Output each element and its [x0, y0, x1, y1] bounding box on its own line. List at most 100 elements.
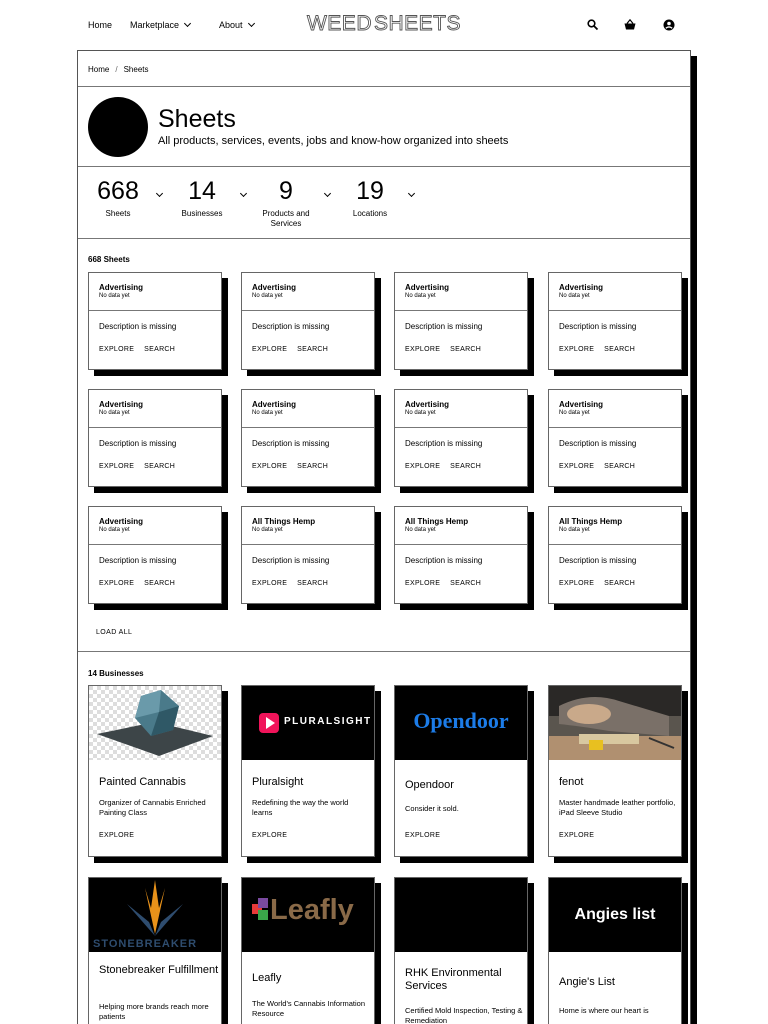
sheet-actions: EXPLORE SEARCH	[252, 346, 328, 353]
sheet-card[interactable]: Advertising No data yet Description is mis…	[548, 389, 688, 493]
business-description: Master handmade leather portfolio, iPad …	[559, 798, 676, 817]
sheet-actions: EXPLORE SEARCH	[252, 580, 328, 587]
search-button[interactable]: SEARCH	[604, 346, 635, 353]
explore-button[interactable]: EXPLORE	[252, 346, 287, 353]
sheet-card-body: Advertising No data yet Description is mis…	[548, 389, 682, 487]
pluralsight-logo: PLURALSIGHT	[242, 686, 374, 760]
chevron-down-icon[interactable]	[239, 189, 248, 198]
search-button[interactable]: SEARCH	[144, 463, 175, 470]
explore-button[interactable]: EXPLORE	[99, 832, 134, 839]
business-name: Opendoor	[405, 779, 454, 791]
logo-text-right: SHEETS	[373, 12, 462, 36]
sheet-card[interactable]: Advertising No data yet Description is mis…	[88, 272, 228, 376]
sheet-description: Description is missing	[559, 556, 637, 565]
sheet-card[interactable]: All Things Hemp No data yet Description is…	[548, 506, 688, 610]
search-icon[interactable]	[586, 18, 600, 32]
nav-marketplace[interactable]: Marketplace	[130, 19, 192, 30]
stat-locations: 19 Locations	[340, 177, 400, 219]
search-button[interactable]: SEARCH	[297, 463, 328, 470]
business-card[interactable]: PLURALSIGHT Pluralsight Redefining the w…	[241, 685, 381, 863]
breadcrumb-separator: /	[115, 65, 118, 74]
explore-button[interactable]: EXPLORE	[252, 580, 287, 587]
business-description: Organizer of Cannabis Enriched Painting …	[99, 798, 206, 817]
explore-button[interactable]: EXPLORE	[405, 463, 440, 470]
search-button[interactable]: SEARCH	[297, 580, 328, 587]
search-button[interactable]: SEARCH	[604, 580, 635, 587]
search-button[interactable]: SEARCH	[297, 346, 328, 353]
sheet-card[interactable]: Advertising No data yet Description is mis…	[88, 506, 228, 610]
divider	[78, 166, 690, 167]
sheet-title: All Things Hemp	[252, 517, 316, 526]
search-button[interactable]: SEARCH	[450, 463, 481, 470]
explore-button[interactable]: EXPLORE	[99, 346, 134, 353]
sheet-card-body: Advertising No data yet Description is mis…	[394, 389, 528, 487]
explore-button[interactable]: EXPLORE	[405, 346, 440, 353]
account-icon[interactable]	[662, 18, 676, 32]
explore-button[interactable]: EXPLORE	[559, 580, 594, 587]
sheet-description: Description is missing	[405, 322, 483, 331]
search-button[interactable]: SEARCH	[144, 580, 175, 587]
business-description: Redefining the way the world learns	[252, 798, 349, 817]
search-button[interactable]: SEARCH	[604, 463, 635, 470]
nav-about[interactable]: About	[219, 19, 255, 30]
divider	[78, 86, 690, 87]
sheet-card-body: All Things Hemp No data yet Description is…	[241, 506, 375, 604]
sheet-card[interactable]: Advertising No data yet Description is mis…	[394, 389, 534, 493]
sheet-description: Description is missing	[405, 556, 483, 565]
chevron-down-icon[interactable]	[407, 189, 416, 198]
explore-button[interactable]: EXPLORE	[252, 832, 287, 839]
sheet-card[interactable]: Advertising No data yet Description is mis…	[394, 272, 534, 376]
business-card[interactable]: RHK Environmental Services Certified Mol…	[394, 877, 534, 1024]
business-name: Painted Cannabis	[99, 776, 186, 788]
leafly-logo-text: Leafly	[270, 894, 354, 926]
explore-button[interactable]: EXPLORE	[405, 580, 440, 587]
business-card[interactable]: fenot Master handmade leather portfolio,…	[548, 685, 688, 863]
sheet-actions: EXPLORE SEARCH	[559, 463, 635, 470]
sheet-title: Advertising	[405, 400, 450, 409]
explore-button[interactable]: EXPLORE	[99, 463, 134, 470]
sheet-status: No data yet	[559, 410, 590, 416]
search-button[interactable]: SEARCH	[144, 346, 175, 353]
sheet-card[interactable]: Advertising No data yet Description is mis…	[88, 389, 228, 493]
sheet-card[interactable]: Advertising No data yet Description is mis…	[241, 272, 381, 376]
sheet-status: No data yet	[252, 527, 283, 533]
divider	[395, 310, 527, 311]
load-all-button[interactable]: LOAD ALL	[96, 629, 132, 636]
sheet-actions: EXPLORE SEARCH	[405, 346, 481, 353]
sheet-card[interactable]: All Things Hemp No data yet Description is…	[241, 506, 381, 610]
sheet-description: Description is missing	[252, 439, 330, 448]
sheet-title: Advertising	[559, 400, 604, 409]
sheet-actions: EXPLORE SEARCH	[99, 346, 175, 353]
business-card[interactable]: Opendoor Opendoor Consider it sold. EXPL…	[394, 685, 534, 863]
divider	[242, 427, 374, 428]
breadcrumb-current: Sheets	[123, 65, 149, 74]
basket-icon[interactable]	[623, 18, 637, 32]
sheets-count-heading: 668 Sheets	[88, 255, 130, 264]
chevron-down-icon[interactable]	[155, 189, 164, 198]
business-card[interactable]: Leafly Leafly The World's Cannabis Infor…	[241, 877, 381, 1024]
site-logo[interactable]: WEED SHEETS	[307, 8, 462, 40]
explore-button[interactable]: EXPLORE	[99, 580, 134, 587]
search-button[interactable]: SEARCH	[450, 580, 481, 587]
explore-button[interactable]: EXPLORE	[559, 346, 594, 353]
opendoor-logo: Opendoor	[395, 686, 527, 760]
sheet-card[interactable]: Advertising No data yet Description is mis…	[241, 389, 381, 493]
divider	[78, 651, 690, 652]
breadcrumb-home[interactable]: Home	[88, 65, 109, 74]
business-card[interactable]: Painted Cannabis Organizer of Cannabis E…	[88, 685, 228, 863]
sheet-card[interactable]: Advertising No data yet Description is mis…	[548, 272, 688, 376]
sheet-card[interactable]: All Things Hemp No data yet Description is…	[394, 506, 534, 610]
sheet-title: Advertising	[252, 283, 297, 292]
explore-button[interactable]: EXPLORE	[252, 463, 287, 470]
explore-button[interactable]: EXPLORE	[559, 463, 594, 470]
sheet-status: No data yet	[99, 527, 130, 533]
explore-button[interactable]: EXPLORE	[559, 832, 594, 839]
business-card[interactable]: STONEBREAKER Stonebreaker Fulfillment He…	[88, 877, 228, 1024]
explore-button[interactable]: EXPLORE	[405, 832, 440, 839]
nav-home[interactable]: Home	[88, 20, 112, 30]
divider	[242, 544, 374, 545]
businesses-count-heading: 14 Businesses	[88, 669, 144, 678]
business-card[interactable]: Angies list Angie's List Home is where o…	[548, 877, 688, 1024]
chevron-down-icon[interactable]	[323, 189, 332, 198]
search-button[interactable]: SEARCH	[450, 346, 481, 353]
